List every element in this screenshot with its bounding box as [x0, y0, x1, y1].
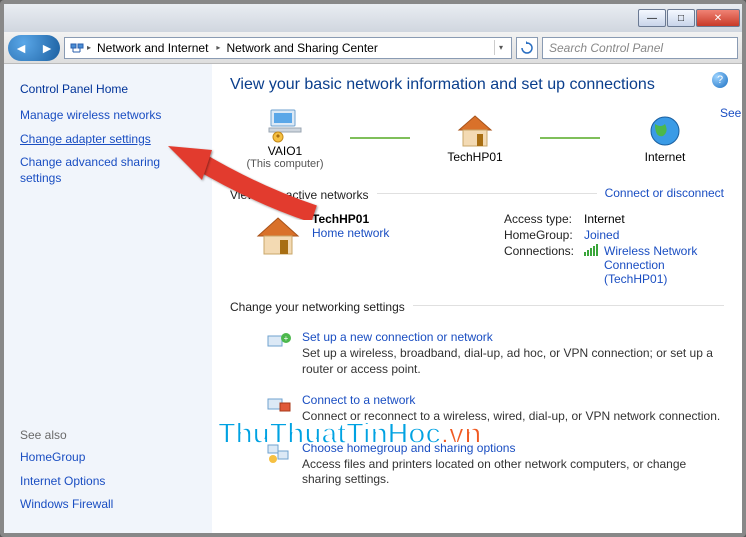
map-link-1: [350, 137, 410, 139]
task-homegroup-sharing[interactable]: Choose homegroup and sharing options Acc…: [230, 433, 724, 496]
task-setup-link: Set up a new connection or network: [302, 330, 724, 344]
titlebar: — □ ✕: [4, 4, 742, 32]
sidebar-change-advanced-sharing[interactable]: Change advanced sharing settings: [20, 155, 200, 186]
main-pane: ? View your basic network information an…: [212, 64, 742, 533]
see-also-heading: See also: [20, 428, 200, 442]
connections-label: Connections:: [504, 244, 574, 286]
house-icon: [250, 212, 306, 258]
task-setup-connection[interactable]: + Set up a new connection or network Set…: [230, 322, 724, 385]
sidebar-manage-wireless[interactable]: Manage wireless networks: [20, 108, 200, 124]
homegroup-label: HomeGroup:: [504, 228, 574, 242]
control-panel-home-link[interactable]: Control Panel Home: [20, 82, 200, 96]
network-map: VAIO1 (This computer) TechHP01: [230, 106, 720, 170]
task-connect-network[interactable]: Connect to a network Connect or reconnec…: [230, 385, 724, 433]
node-gateway-label: TechHP01: [447, 150, 502, 164]
active-network-type-link[interactable]: Home network: [312, 226, 389, 240]
navigation-bar: ◄ ► ▸ Network and Internet ▸ Network and…: [4, 32, 742, 64]
see-full-map-link[interactable]: See full map: [720, 106, 742, 120]
active-network-entry: TechHP01 Home network Access type: Inter…: [230, 206, 724, 292]
nav-back-forward[interactable]: ◄ ►: [8, 35, 60, 61]
node-internet-label: Internet: [645, 150, 686, 164]
history-dropdown-icon[interactable]: ▾: [494, 40, 507, 55]
see-also-windows-firewall[interactable]: Windows Firewall: [20, 497, 200, 513]
homegroup-icon: [266, 441, 292, 465]
back-arrow-icon: ◄: [14, 40, 28, 56]
node-computer-label: VAIO1: [268, 144, 302, 158]
content-area: Control Panel Home Manage wireless netwo…: [4, 64, 742, 533]
maximize-button[interactable]: □: [667, 9, 695, 27]
connect-disconnect-link[interactable]: Connect or disconnect: [605, 186, 724, 200]
setup-connection-icon: +: [266, 330, 292, 354]
chevron-right-icon: ▸: [87, 43, 91, 52]
svg-text:+: +: [284, 334, 289, 343]
forward-arrow-icon: ►: [40, 40, 54, 56]
sidebar: Control Panel Home Manage wireless netwo…: [4, 64, 212, 533]
homegroup-value-link[interactable]: Joined: [584, 228, 724, 242]
node-gateway[interactable]: TechHP01: [420, 112, 530, 164]
chevron-right-icon: ▸: [216, 43, 220, 52]
task-connect-link: Connect to a network: [302, 393, 720, 407]
see-also-homegroup[interactable]: HomeGroup: [20, 450, 200, 466]
minimize-button[interactable]: —: [638, 9, 666, 27]
access-type-value: Internet: [584, 212, 724, 226]
sidebar-change-adapter[interactable]: Change adapter settings: [20, 132, 200, 148]
access-type-label: Access type:: [504, 212, 574, 226]
window-frame: — □ ✕ ◄ ► ▸ Network and Internet ▸ Netwo…: [0, 0, 746, 537]
map-link-2: [540, 137, 600, 139]
task-connect-desc: Connect or reconnect to a wireless, wire…: [302, 409, 720, 425]
node-internet[interactable]: Internet: [610, 112, 720, 164]
task-setup-desc: Set up a wireless, broadband, dial-up, a…: [302, 346, 724, 377]
globe-icon: [643, 112, 687, 150]
connect-network-icon: [266, 393, 292, 417]
see-also-internet-options[interactable]: Internet Options: [20, 474, 200, 490]
node-computer-sub: (This computer): [246, 158, 323, 170]
connections-value-link[interactable]: Wireless Network Connection (TechHP01): [584, 244, 724, 286]
house-icon: [453, 112, 497, 150]
breadcrumb-sharing-center[interactable]: Network and Sharing Center: [222, 41, 383, 55]
network-icon: [69, 40, 85, 56]
node-this-computer[interactable]: VAIO1 (This computer): [230, 106, 340, 170]
refresh-button[interactable]: [516, 37, 538, 59]
task-homegroup-desc: Access files and printers located on oth…: [302, 457, 724, 488]
active-networks-heading: View your active networks: [230, 188, 369, 202]
search-input[interactable]: Search Control Panel: [542, 37, 738, 59]
change-settings-heading: Change your networking settings: [230, 300, 405, 314]
search-placeholder: Search Control Panel: [549, 41, 663, 55]
breadcrumb-network-internet[interactable]: Network and Internet: [93, 41, 214, 55]
refresh-icon: [520, 41, 534, 55]
computer-icon: [263, 106, 307, 144]
help-icon[interactable]: ?: [712, 72, 728, 88]
active-network-name: TechHP01: [312, 212, 389, 226]
signal-bars-icon: [584, 244, 598, 256]
task-list: + Set up a new connection or network Set…: [230, 322, 724, 496]
address-bar[interactable]: ▸ Network and Internet ▸ Network and Sha…: [64, 37, 512, 59]
task-homegroup-link: Choose homegroup and sharing options: [302, 441, 724, 455]
close-button[interactable]: ✕: [696, 9, 740, 27]
page-title: View your basic network information and …: [230, 76, 724, 94]
